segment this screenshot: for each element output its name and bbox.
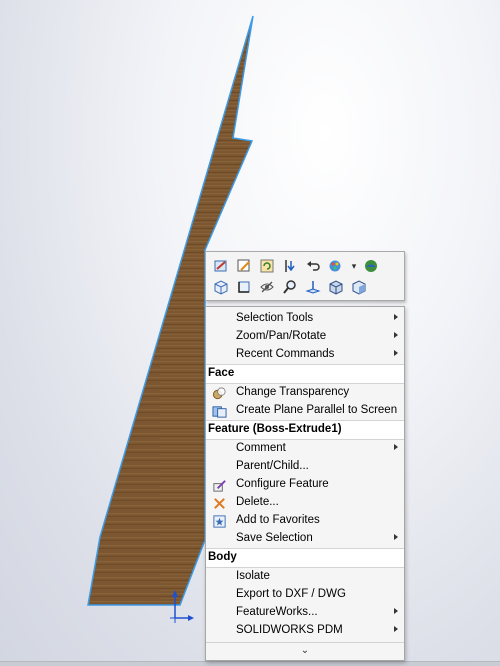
menu-item-label: Recent Commands bbox=[236, 348, 335, 360]
menu-item-label: Delete... bbox=[236, 496, 279, 508]
edit-feature-icon bbox=[237, 259, 250, 272]
menu-item-label: FeatureWorks... bbox=[236, 606, 318, 618]
scene-icon bbox=[365, 260, 377, 272]
edit-sketch-icon bbox=[214, 260, 227, 272]
rebuild-icon bbox=[260, 259, 274, 273]
hide-button[interactable] bbox=[257, 277, 277, 297]
appearance-dropdown-arrow[interactable]: ▾ bbox=[349, 256, 359, 276]
rebuild-button[interactable] bbox=[257, 256, 277, 276]
hide-icon bbox=[260, 281, 274, 293]
menu-item-label: Add to Favorites bbox=[236, 514, 320, 526]
menu-section-header-label: Face bbox=[208, 367, 235, 379]
menu-item-isolate[interactable]: Isolate bbox=[206, 568, 404, 586]
transparency-icon bbox=[211, 385, 227, 401]
submenu-arrow-icon bbox=[394, 444, 398, 450]
menu-item-comment[interactable]: Comment bbox=[206, 440, 404, 458]
menu-item-add-to-favorites[interactable]: Add to Favorites bbox=[206, 512, 404, 530]
submenu-arrow-icon bbox=[394, 350, 398, 356]
submenu-arrow-icon bbox=[394, 608, 398, 614]
context-toolbar-row-1: ▾ bbox=[211, 256, 384, 276]
edit-feature-button[interactable] bbox=[234, 256, 254, 276]
submenu-arrow-icon bbox=[394, 314, 398, 320]
menu-item-change-transparency[interactable]: Change Transparency bbox=[206, 384, 404, 402]
menu-section-header-label: Body bbox=[208, 551, 237, 563]
rollback-icon bbox=[285, 260, 295, 272]
menu-item-solidworks-pdm[interactable]: SOLIDWORKS PDM bbox=[206, 622, 404, 640]
context-toolbar: ▾ bbox=[205, 251, 405, 301]
menu-item-label: Zoom/Pan/Rotate bbox=[236, 330, 327, 342]
rollback-button[interactable] bbox=[280, 256, 300, 276]
menu-item-save-selection[interactable]: Save Selection bbox=[206, 530, 404, 548]
favorites-icon bbox=[211, 513, 227, 529]
zoom-button[interactable] bbox=[280, 277, 300, 297]
context-toolbar-row-2 bbox=[211, 277, 372, 297]
context-menu: Selection Tools Zoom/Pan/Rotate Recent Com… bbox=[205, 306, 405, 661]
menu-item-label: Change Transparency bbox=[236, 386, 350, 398]
undo-icon bbox=[307, 261, 320, 271]
scene-button[interactable] bbox=[361, 256, 381, 276]
menu-item-create-plane-parallel-to-screen[interactable]: Create Plane Parallel to Screen bbox=[206, 402, 404, 420]
menu-item-label: Export to DXF / DWG bbox=[236, 588, 346, 600]
menu-section-header-label: Feature (Boss-Extrude1) bbox=[208, 423, 342, 435]
menu-item-label: Configure Feature bbox=[236, 478, 329, 490]
menu-item-label: Selection Tools bbox=[236, 312, 314, 324]
menu-item-recent-commands[interactable]: Recent Commands bbox=[206, 346, 404, 364]
menu-item-configure-feature[interactable]: Configure Feature bbox=[206, 476, 404, 494]
menu-item-export-to-dxf-dwg[interactable]: Export to DXF / DWG bbox=[206, 586, 404, 604]
plane-parallel-icon bbox=[211, 403, 227, 419]
normal-to-button[interactable] bbox=[234, 277, 254, 297]
submenu-arrow-icon bbox=[394, 332, 398, 338]
delete-icon bbox=[211, 495, 227, 511]
display-style-button[interactable] bbox=[326, 277, 346, 297]
menu-item-featureworks[interactable]: FeatureWorks... bbox=[206, 604, 404, 622]
section-view-icon bbox=[352, 280, 366, 295]
view-orientation-button[interactable] bbox=[211, 277, 231, 297]
window-bottom-border bbox=[0, 661, 500, 666]
menu-section-header: Body bbox=[206, 549, 404, 567]
normal-to-icon bbox=[238, 281, 250, 293]
menu-item-label: Comment bbox=[236, 442, 286, 454]
reference-plane-button[interactable] bbox=[303, 277, 323, 297]
configure-feature-icon bbox=[211, 477, 227, 493]
menu-item-zoom-pan-rotate[interactable]: Zoom/Pan/Rotate bbox=[206, 328, 404, 346]
menu-item-label: Parent/Child... bbox=[236, 460, 309, 472]
submenu-arrow-icon bbox=[394, 626, 398, 632]
appearance-icon bbox=[329, 260, 341, 272]
appearance-button[interactable] bbox=[326, 256, 346, 276]
menu-item-selection-tools[interactable]: Selection Tools bbox=[206, 310, 404, 328]
menu-section-header: Feature (Boss-Extrude1) bbox=[206, 421, 404, 439]
display-style-icon bbox=[329, 280, 343, 295]
submenu-arrow-icon bbox=[394, 534, 398, 540]
menu-item-delete[interactable]: Delete... bbox=[206, 494, 404, 512]
expand-menu-chevron-icon[interactable]: ⌄ bbox=[206, 645, 404, 661]
menu-section-header: Face bbox=[206, 365, 404, 383]
section-view-button[interactable] bbox=[349, 277, 369, 297]
menu-item-parent-child[interactable]: Parent/Child... bbox=[206, 458, 404, 476]
view-orientation-icon bbox=[214, 280, 228, 295]
menu-item-label: SOLIDWORKS PDM bbox=[236, 624, 343, 636]
undo-button[interactable] bbox=[303, 256, 323, 276]
edit-sketch-button[interactable] bbox=[211, 256, 231, 276]
reference-plane-icon bbox=[305, 281, 321, 294]
menu-separator bbox=[206, 642, 404, 643]
menu-item-label: Isolate bbox=[236, 570, 270, 582]
menu-item-label: Save Selection bbox=[236, 532, 313, 544]
zoom-icon bbox=[283, 280, 296, 294]
menu-item-label: Create Plane Parallel to Screen bbox=[236, 404, 398, 416]
